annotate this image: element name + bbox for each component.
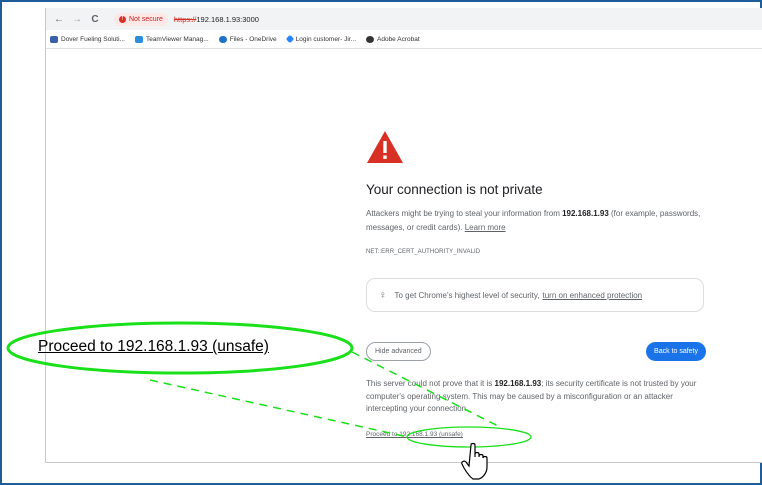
address-bar[interactable]: ! Not secure https:// 192.168.1.93:3000 [114, 11, 259, 27]
bookmark-label: Files - OneDrive [229, 35, 277, 43]
url-host: 192.168.1.93:3000 [196, 14, 259, 24]
description-host: 192.168.1.93 [562, 209, 609, 218]
security-chip[interactable]: ! Not secure [114, 12, 168, 26]
back-button[interactable]: ← [52, 14, 66, 25]
bookmark-label: Dover Fueling Soluti... [61, 35, 125, 43]
advanced-details: This server could not prove that it is 1… [366, 378, 706, 416]
warning-triangle-icon [367, 131, 403, 163]
callout-label: Proceed to 192.168.1.93 (unsafe) [38, 338, 269, 355]
bookmark-onedrive[interactable]: Files - OneDrive [218, 35, 277, 43]
browser-toolbar: ← → C ! Not secure https:// 192.168.1.93… [46, 8, 762, 30]
hide-advanced-button[interactable]: Hide advanced [366, 342, 431, 361]
back-to-safety-button[interactable]: Back to safety [646, 342, 706, 361]
lightbulb-icon: ♀ [379, 289, 387, 301]
bookmark-jira[interactable]: Login customer- Jir... [285, 34, 356, 44]
bookmark-label: Adobe Acrobat [377, 35, 420, 43]
bookmark-dover[interactable]: Dover Fueling Soluti... [50, 35, 125, 43]
onedrive-icon [218, 35, 227, 43]
teamviewer-icon [134, 35, 143, 43]
security-chip-label: Not secure [129, 15, 163, 23]
jira-icon [285, 34, 294, 44]
bookmark-label: TeamViewer Manag... [145, 35, 209, 43]
error-code: NET::ERR_CERT_AUTHORITY_INVALID [366, 249, 481, 255]
learn-more-link[interactable]: Learn more [465, 223, 506, 232]
warning-description: Attackers might be trying to steal your … [366, 207, 706, 235]
proceed-unsafe-link[interactable]: Proceed to 192.168.1.93 (unsafe) [366, 431, 463, 438]
bookmark-acrobat[interactable]: Adobe Acrobat [366, 35, 420, 43]
page-title: Your connection is not private [366, 182, 543, 197]
not-secure-icon: ! [119, 15, 126, 23]
url-scheme: https:// [173, 14, 197, 24]
description-text-a: Attackers might be trying to steal your … [366, 209, 563, 218]
details-host: 192.168.1.93 [494, 379, 542, 388]
dover-icon [50, 35, 58, 43]
bookmark-teamviewer[interactable]: TeamViewer Manag... [134, 35, 209, 43]
reload-button[interactable]: C [88, 14, 102, 25]
tip-text: To get Chrome's highest level of securit… [394, 290, 540, 300]
forward-button[interactable]: → [70, 14, 84, 25]
bookmarks-bar: Dover Fueling Soluti... TeamViewer Manag… [46, 30, 762, 49]
enhanced-protection-link[interactable]: turn on enhanced protection [543, 291, 643, 300]
details-text-a: This server could not prove that it is [366, 379, 495, 388]
acrobat-icon [366, 35, 374, 43]
bookmark-label: Login customer- Jir... [295, 35, 356, 43]
enhanced-protection-tip: ♀ To get Chrome's highest level of secur… [366, 278, 704, 312]
